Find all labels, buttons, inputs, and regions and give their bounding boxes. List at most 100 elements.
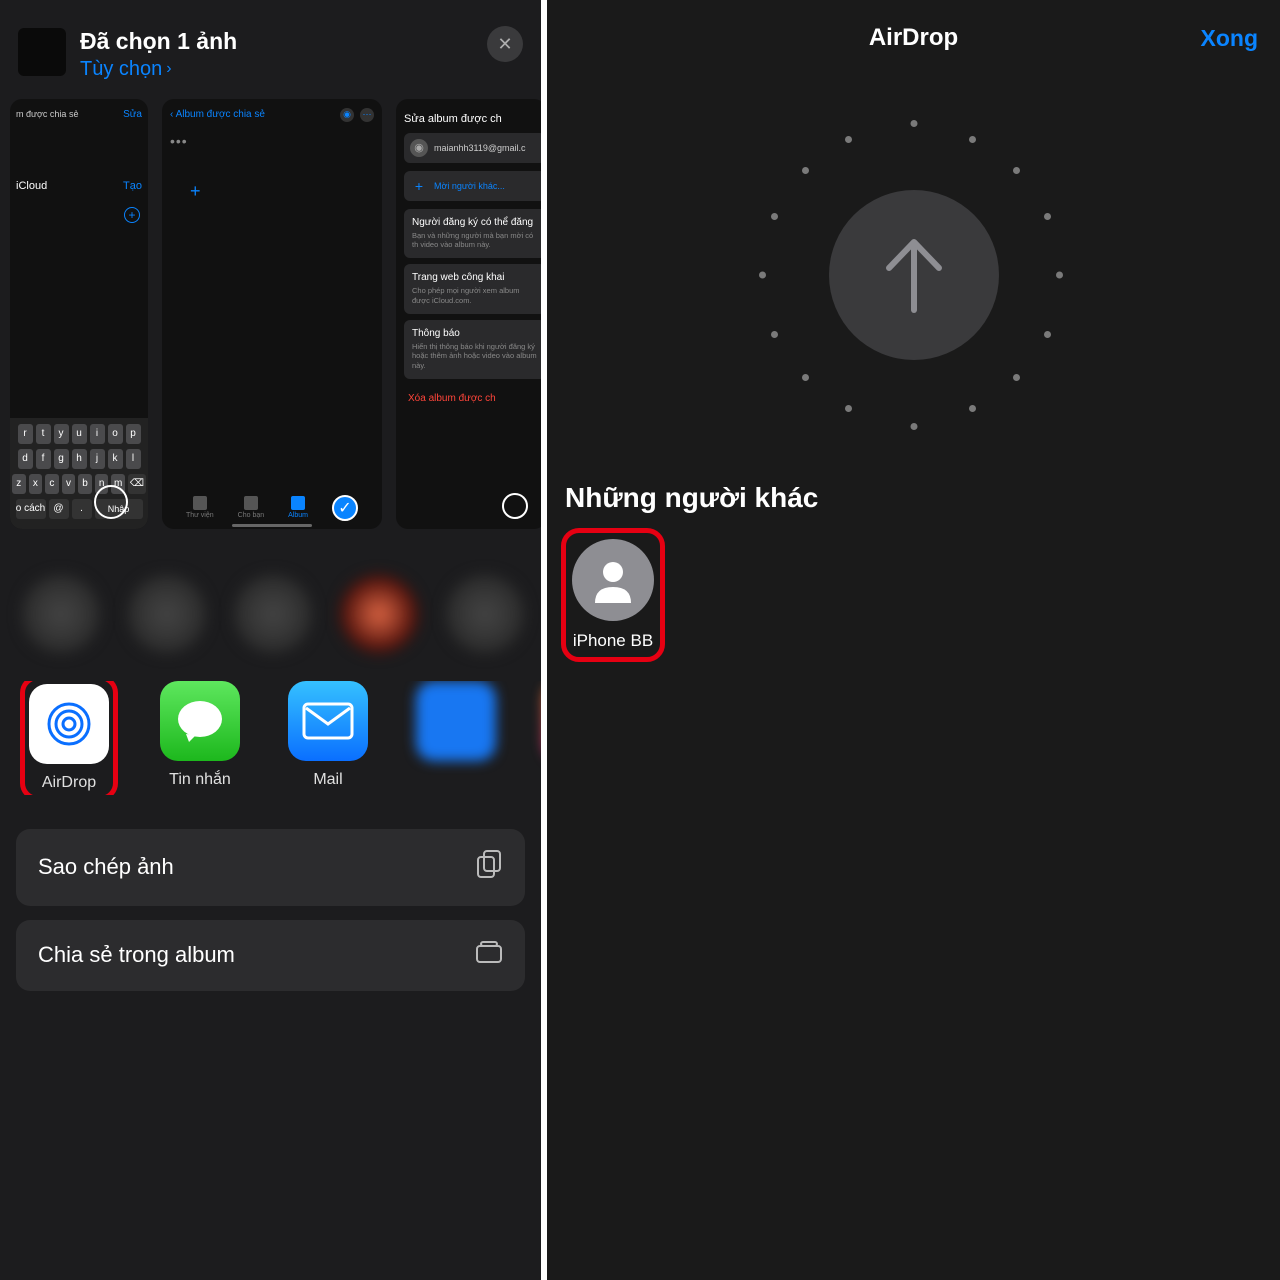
setting-desc: Bạn và những người mà bạn mời có th vide… [412,231,538,251]
spacer-key: o cách [16,499,46,519]
radar-dot [1013,167,1020,174]
close-icon: ✕ [497,34,512,55]
plus-icon: + [190,181,201,202]
options-label: Tùy chọn [80,58,162,81]
plus-icon: + [410,177,428,195]
key: l [126,449,141,469]
close-button[interactable]: ✕ [487,26,523,62]
messages-icon [160,681,240,761]
icloud-label: iCloud [16,180,47,192]
setting-title: Thông báo [412,328,538,339]
radar-dot [1044,331,1051,338]
email-label: maianhh3119@gmail.c [434,143,526,153]
radar-dot [845,136,852,143]
share-sheet-panel: Đã chọn 1 ảnh Tùy chọn › ✕ m được chia s… [0,0,547,1280]
action-label: Chia sẻ trong album [38,942,235,968]
radar-dot [969,405,976,412]
setting-desc: Cho phép mọi người xem album được iCloud… [412,286,538,306]
key: c [45,474,59,494]
facebook-icon [416,681,496,761]
tab-label: Album [288,512,308,519]
options-link[interactable]: Tùy chọn › [80,58,172,81]
device-name-label: iPhone BB [573,631,653,651]
album-icon [291,496,305,510]
selected-thumbnail[interactable] [18,28,66,76]
device-avatar-icon [572,539,654,621]
person-icon: ◉ [340,108,354,122]
photo-previews-row: m được chia sẻ Sửa iCloud Tạo + r t y u … [0,99,541,539]
key: p [126,424,141,444]
delete-album-link: Xóa album được ch [404,385,541,404]
key: k [108,449,123,469]
key: i [90,424,105,444]
key: z [12,474,26,494]
radar-dot [771,213,778,220]
contact-avatar[interactable] [128,575,206,653]
airdrop-device-item[interactable]: iPhone BB [561,528,665,662]
label: m được chia sẻ [16,109,78,120]
checkmark-selected-icon: ✓ [332,495,358,521]
key: y [54,424,69,444]
library-icon [193,496,207,510]
facebook-app[interactable] [416,681,496,795]
more-icon: ⋯ [360,108,374,122]
airdrop-panel: AirDrop Xong [547,0,1280,1280]
other-devices-title: Những người khác [547,482,1280,528]
preview-card-1[interactable]: m được chia sẻ Sửa iCloud Tạo + r t y u … [10,99,148,529]
contact-avatar[interactable] [234,575,312,653]
radar-dot [771,331,778,338]
contact-avatar[interactable] [22,575,100,653]
at-key: @ [49,499,69,519]
tab-label: Cho bạn [238,512,264,519]
selected-count-title: Đã chọn 1 ảnh [80,28,523,56]
setting-title: Trang web công khai [412,272,538,283]
preview-card-2[interactable]: ‹ Album được chia sẻ ◉ ⋯ ••• + Thư viện … [162,99,382,529]
create-label: Tạo [123,180,142,192]
contact-avatar[interactable] [446,575,524,653]
mail-icon [288,681,368,761]
tab-label: Thư viện [186,512,214,519]
share-in-album-action[interactable]: Chia sẻ trong album [16,920,525,991]
share-apps-row: AirDrop Tin nhắn Mail [0,681,541,795]
done-button[interactable]: Xong [1201,25,1259,52]
radar-dot [1056,272,1063,279]
setting-desc: Hiển thị thông báo khi người đăng ký hoặ… [412,342,538,371]
messages-app[interactable]: Tin nhắn [160,681,240,795]
airdrop-app[interactable]: AirDrop [20,681,118,795]
copy-icon [475,849,503,886]
key: h [72,449,87,469]
radar-dot [1013,374,1020,381]
selection-circle-icon [502,493,528,519]
tabbar: Thư viện Cho bạn Album ✓ [162,495,382,521]
app-label: AirDrop [42,774,96,792]
airdrop-icon [29,684,109,764]
radar-dot [1044,213,1051,220]
key: o [108,424,123,444]
radar-dot [969,136,976,143]
key: t [36,424,51,444]
copy-photo-action[interactable]: Sao chép ảnh [16,829,525,906]
album-icon [475,940,503,971]
action-label: Sao chép ảnh [38,854,174,880]
airdrop-header: AirDrop Xong [547,0,1280,76]
airdrop-radar [547,76,1280,482]
key: u [72,424,87,444]
contact-avatar[interactable] [340,575,418,653]
radar-dot [910,120,917,127]
person-icon: ◉ [410,139,428,157]
dot-key: . [72,499,92,519]
back-label: Album được chia sẻ [176,109,265,120]
key: v [62,474,76,494]
radar-dot [759,272,766,279]
key: j [90,449,105,469]
key: r [18,424,33,444]
selection-circle-icon [94,485,128,519]
preview-card-3[interactable]: Sửa album được ch ◉ maianhh3119@gmail.c … [396,99,541,529]
contacts-row[interactable] [0,553,541,681]
app-label [454,771,458,789]
share-header: Đã chọn 1 ảnh Tùy chọn › ✕ [0,0,541,99]
key: x [29,474,43,494]
mail-app[interactable]: Mail [288,681,368,795]
radar-dot [802,374,809,381]
ellipsis-icon: ••• [170,133,382,149]
